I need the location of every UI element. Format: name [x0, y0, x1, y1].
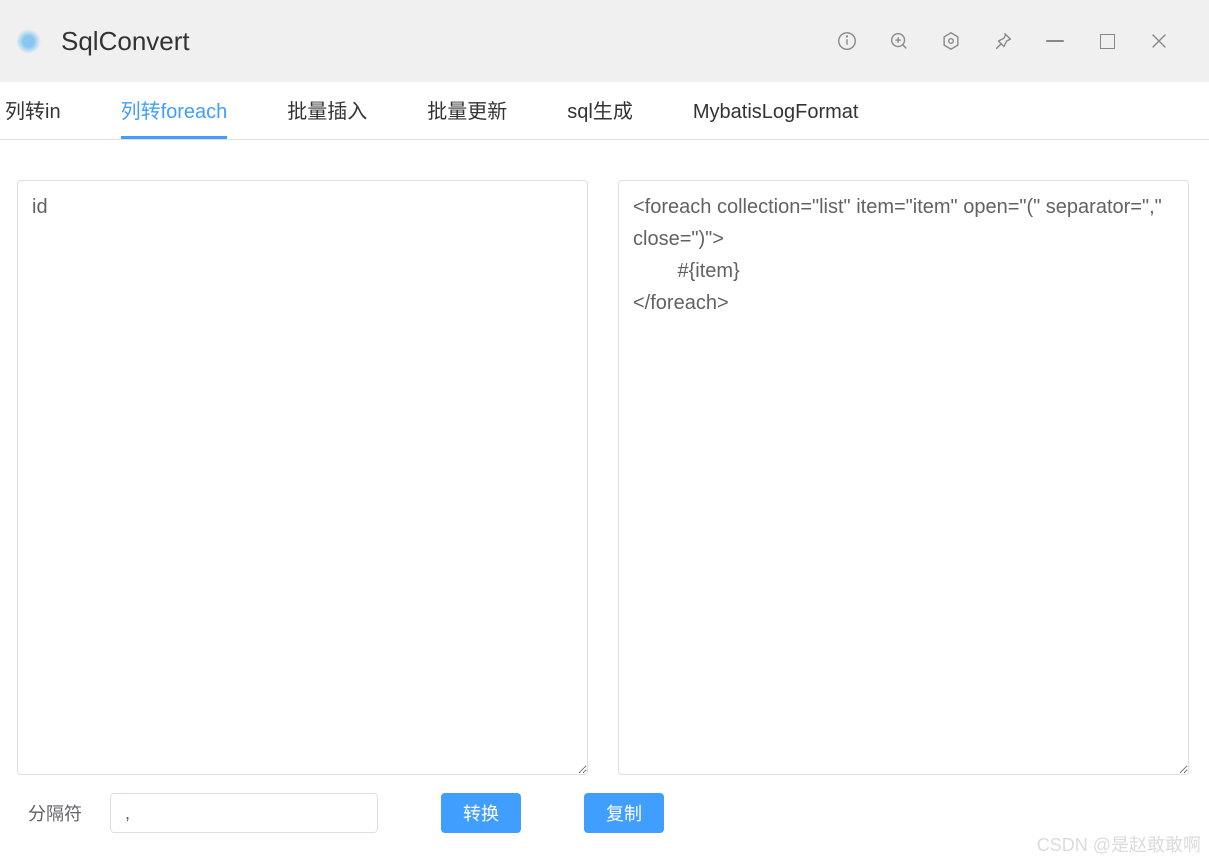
- watermark: CSDN @是赵敢敢啊: [1037, 831, 1201, 857]
- pin-icon[interactable]: [991, 29, 1015, 53]
- app-logo-icon: [16, 29, 41, 54]
- app-title: SqlConvert: [61, 26, 190, 57]
- tab-mybatis-log-format[interactable]: MybatisLogFormat: [693, 89, 859, 139]
- tab-col-to-in[interactable]: 列转in: [5, 83, 61, 139]
- window-controls: [835, 0, 1209, 82]
- tab-col-to-foreach[interactable]: 列转foreach: [121, 83, 228, 139]
- tab-batch-update[interactable]: 批量更新: [427, 83, 507, 139]
- tab-sql-gen[interactable]: sql生成: [567, 83, 633, 139]
- copy-button[interactable]: 复制: [584, 793, 664, 833]
- maximize-icon[interactable]: [1095, 29, 1119, 53]
- separator-input[interactable]: [110, 793, 378, 833]
- bottom-bar: 分隔符 转换 复制: [0, 775, 1209, 833]
- info-icon[interactable]: [835, 29, 859, 53]
- settings-icon[interactable]: [939, 29, 963, 53]
- tab-batch-insert[interactable]: 批量插入: [287, 83, 367, 139]
- output-textarea[interactable]: [618, 180, 1189, 775]
- convert-button[interactable]: 转换: [441, 793, 521, 833]
- separator-label: 分隔符: [28, 800, 82, 826]
- zoom-in-icon[interactable]: [887, 29, 911, 53]
- titlebar: SqlConvert: [0, 0, 1209, 82]
- tabs: 列转in 列转foreach 批量插入 批量更新 sql生成 MybatisLo…: [0, 82, 1209, 140]
- close-icon[interactable]: [1147, 29, 1171, 53]
- minimize-icon[interactable]: [1043, 29, 1067, 53]
- input-textarea[interactable]: [17, 180, 588, 775]
- content-area: [0, 140, 1209, 775]
